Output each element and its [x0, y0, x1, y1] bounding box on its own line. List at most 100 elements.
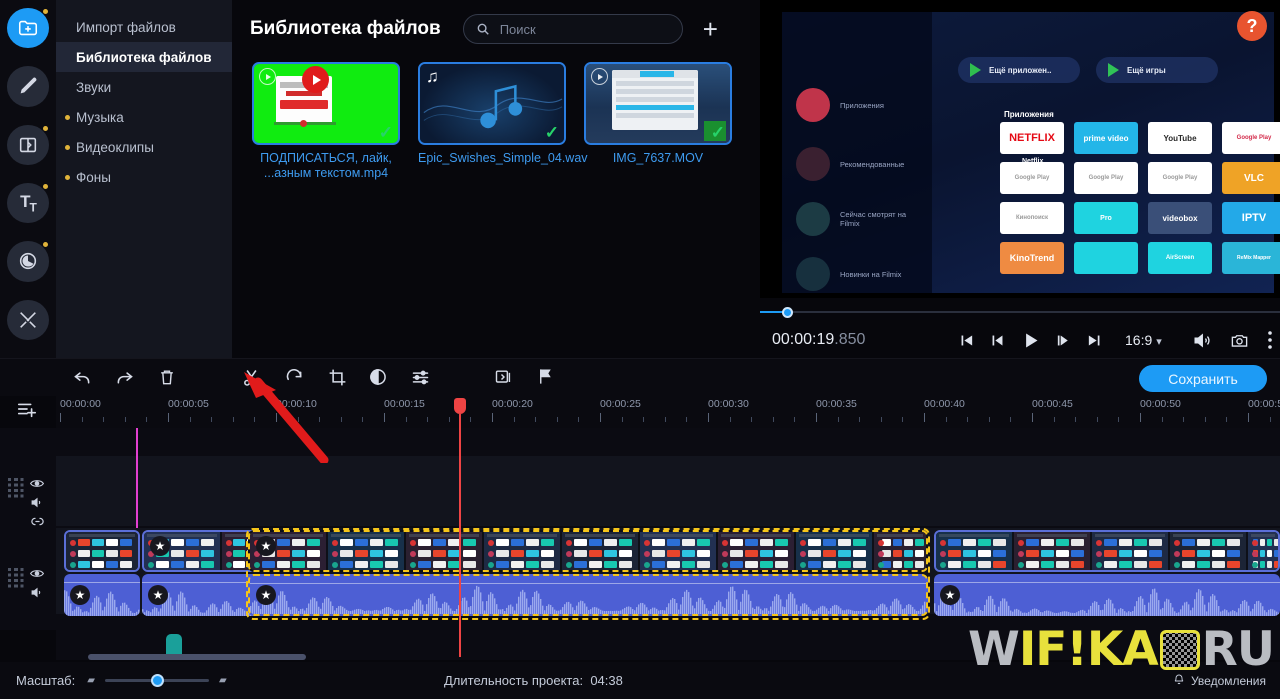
rail-button-filters[interactable]: [7, 241, 49, 282]
add-media-button[interactable]: +: [703, 16, 718, 42]
zoom-slider[interactable]: [104, 674, 209, 687]
snapshot-icon[interactable]: [1230, 331, 1249, 350]
search-box[interactable]: [462, 14, 683, 44]
play-icon: [591, 68, 608, 85]
timeline-video-clip[interactable]: [64, 530, 140, 572]
audio-thumb-background: [420, 64, 564, 143]
save-button[interactable]: Сохранить: [1139, 365, 1267, 392]
watermark-part2: IF!KA: [1018, 622, 1159, 677]
rotate-button[interactable]: [284, 367, 305, 388]
link-icon[interactable]: [30, 516, 45, 527]
music-note-icon: ♫: [426, 67, 439, 86]
seek-handle[interactable]: [782, 307, 793, 318]
sidebar-item-sounds[interactable]: Звуки: [56, 72, 232, 102]
asset-thumbnail[interactable]: ♫ ✓: [418, 62, 566, 145]
track-overlay-lane[interactable]: [56, 456, 1280, 526]
skip-end-icon[interactable]: [1086, 332, 1103, 349]
sidebar-item-import-files[interactable]: Импорт файлов: [56, 12, 232, 42]
timeline-video-clip[interactable]: ★: [248, 530, 928, 572]
tv-app-tile: Google Play: [1074, 162, 1138, 194]
aspect-ratio-selector[interactable]: 16:9 ▾: [1125, 332, 1162, 348]
asset-card[interactable]: ✓ ПОДПИСАТЬСЯ, лайк, ...азным текстом.mp…: [252, 62, 400, 181]
step-back-icon[interactable]: [989, 332, 1006, 349]
sidebar-item-label: Библиотека файлов: [76, 49, 212, 65]
asset-card[interactable]: ♫ ✓ Epic_Swishes_Simple_04.wav: [418, 62, 588, 181]
timeline-audio-clip[interactable]: ★: [64, 574, 140, 616]
checked-icon: ✓: [544, 123, 559, 142]
asset-label: Epic_Swishes_Simple_04.wav: [418, 151, 588, 165]
play-store-icon: [1108, 63, 1119, 77]
play-icon[interactable]: [1020, 330, 1041, 351]
file-library-panel: Библиотека файлов +: [232, 0, 760, 358]
help-button[interactable]: ?: [1237, 11, 1267, 41]
more-options-icon[interactable]: [1268, 331, 1272, 349]
track-main-lane[interactable]: ★ ★ ★ ★ ★ ★: [56, 528, 1280, 620]
timeline-tracks: ★ ★ ★ ★ ★ ★: [0, 428, 1280, 630]
sidebar-item-file-library[interactable]: Библиотека файлов: [56, 42, 232, 72]
eye-icon[interactable]: [30, 478, 45, 489]
transport-controls: [958, 330, 1103, 351]
rail-button-transitions[interactable]: [7, 124, 49, 165]
volume-icon[interactable]: [1192, 331, 1211, 350]
search-input[interactable]: [499, 21, 676, 37]
skip-start-icon[interactable]: [958, 332, 975, 349]
playhead-handle[interactable]: [454, 398, 466, 414]
speaker-icon[interactable]: [30, 586, 44, 599]
filmstrip-icon: [8, 478, 24, 498]
asset-grid: ✓ ПОДПИСАТЬСЯ, лайк, ...азным текстом.mp…: [232, 58, 760, 181]
sidebar-item-label: Импорт файлов: [76, 19, 176, 35]
add-track-button[interactable]: [16, 398, 38, 420]
speaker-icon[interactable]: [30, 496, 45, 509]
undo-button[interactable]: [72, 367, 93, 388]
timeline-audio-clip[interactable]: ★: [934, 574, 1280, 616]
delete-button[interactable]: [157, 367, 177, 387]
ruler-tick: [276, 413, 277, 422]
preview-seek-bar[interactable]: [760, 305, 1280, 319]
split-button[interactable]: [241, 367, 262, 388]
ruler-label: 00:00:30: [708, 398, 749, 410]
step-forward-icon[interactable]: [1055, 332, 1072, 349]
ruler-tick: [837, 417, 839, 422]
video-preview-screen[interactable]: Приложения Рекомендованные Сейчас смотря…: [760, 0, 1280, 298]
rail-button-tools[interactable]: [7, 299, 49, 340]
asset-thumbnail[interactable]: ✓: [252, 62, 400, 145]
rail-button-titles[interactable]: TT: [7, 182, 49, 224]
zoom-slider-handle[interactable]: [150, 674, 164, 687]
redo-button[interactable]: [114, 367, 135, 388]
rail-button-effects[interactable]: [7, 66, 49, 107]
color-button[interactable]: [368, 367, 388, 387]
ruler-label: 00:00:50: [1140, 398, 1181, 410]
ruler-label: 00:00:45: [1032, 398, 1073, 410]
crop-button[interactable]: [327, 367, 348, 388]
bullet-dot: [65, 114, 70, 120]
tv-pill-row: Ещё приложен.. Ещё игры: [958, 57, 1218, 83]
ruler-tick: [124, 417, 126, 422]
horizontal-scrollbar[interactable]: [88, 654, 306, 660]
marker-button[interactable]: [536, 367, 555, 386]
ruler-tick: [1053, 417, 1055, 422]
zoom-control[interactable]: ▰ ▰: [87, 674, 227, 687]
adjust-button[interactable]: [410, 367, 431, 388]
timeline-ruler[interactable]: 00:00:00 00:00:05 00:00:10 00:00:15 00:0…: [56, 396, 1280, 428]
tv-app-tile: Pro: [1074, 202, 1138, 234]
clip-favorite-icon: ★: [150, 536, 170, 556]
sidebar-item-video-clips[interactable]: Видеоклипы: [56, 132, 232, 162]
zoom-out-icon[interactable]: ▰: [87, 675, 95, 686]
page-title: Библиотека файлов: [250, 18, 441, 39]
sidebar-item-music[interactable]: Музыка: [56, 102, 232, 132]
watermark-part1: W: [967, 622, 1020, 677]
sidebar-item-label: Музыка: [76, 109, 124, 125]
sidebar-item-label: Видеоклипы: [76, 139, 154, 155]
asset-card[interactable]: ✓ IMG_7637.MOV: [584, 62, 732, 181]
ruler-label: 00:00:15: [384, 398, 425, 410]
zoom-in-icon[interactable]: ▰: [219, 675, 227, 686]
sidebar-item-backgrounds[interactable]: Фоны: [56, 162, 232, 192]
eye-icon[interactable]: [30, 568, 44, 579]
timeline-video-clip[interactable]: [934, 530, 1280, 572]
timeline-audio-clip[interactable]: ★: [248, 574, 928, 616]
asset-thumbnail[interactable]: ✓: [584, 62, 732, 145]
rail-button-import-files[interactable]: [7, 8, 49, 49]
keyframe-button[interactable]: [494, 367, 514, 387]
marker-playhead[interactable]: [136, 428, 138, 528]
clip-favorite-icon: ★: [256, 536, 276, 556]
